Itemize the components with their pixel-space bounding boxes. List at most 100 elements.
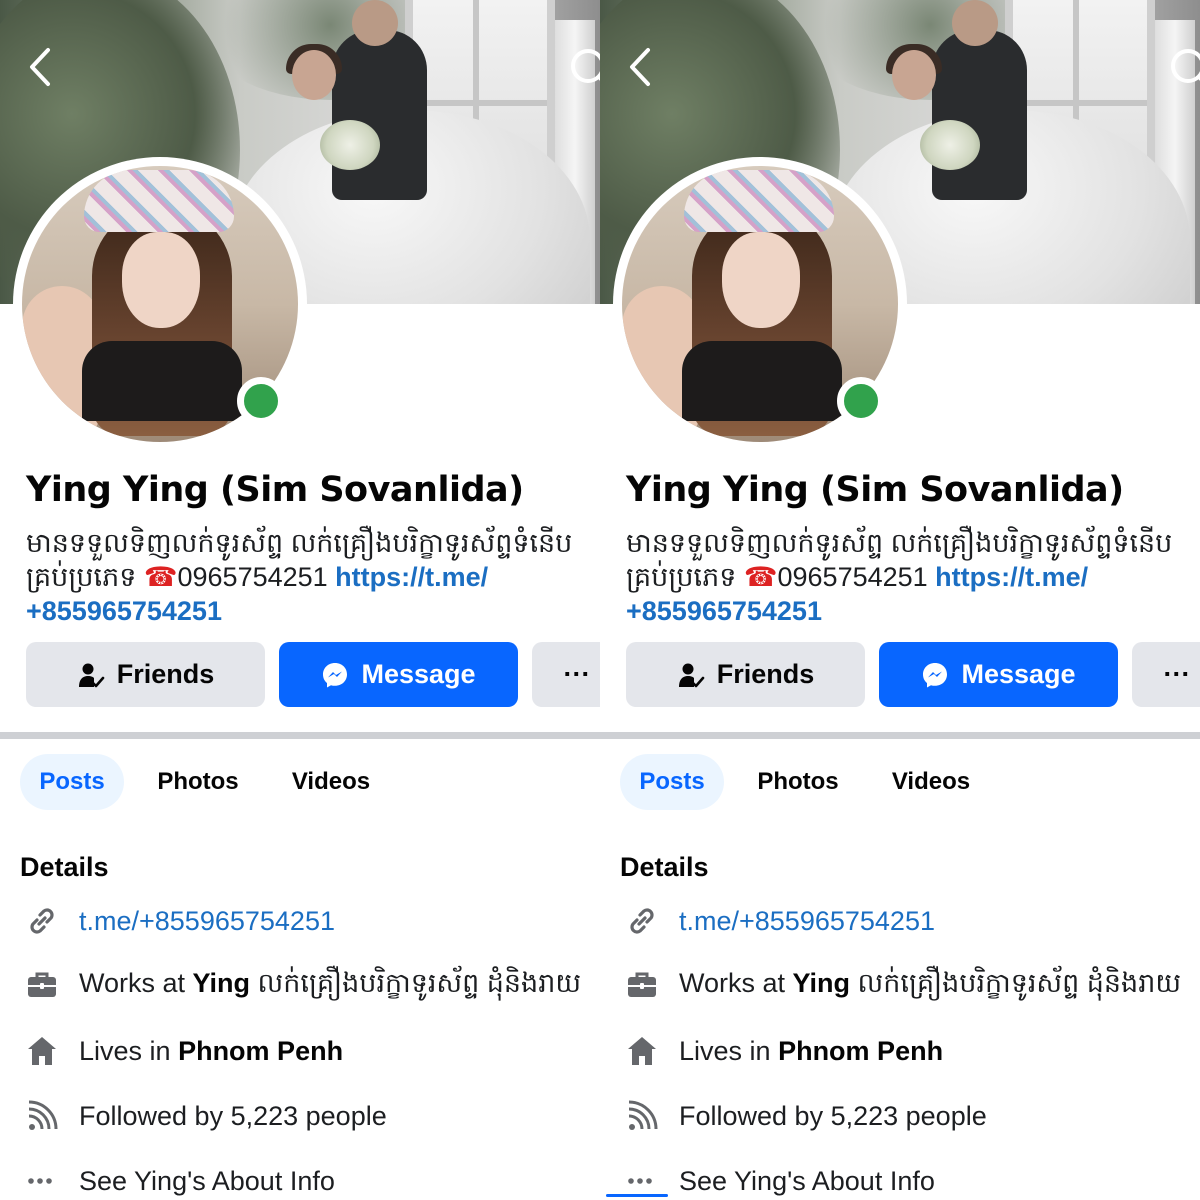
detail-row-lives: Lives in Phnom Penh xyxy=(22,1031,343,1071)
telephone-icon: ☎ xyxy=(143,562,178,592)
screenshot-stage: Ying Ying (Sim Sovanlida) មានទទួលទិញលក់ទ… xyxy=(0,0,1200,1200)
tab-photos[interactable]: Photos xyxy=(745,754,851,810)
online-status-dot xyxy=(837,377,885,425)
message-button-label: Message xyxy=(361,659,476,689)
avatar-frame[interactable] xyxy=(13,157,307,451)
lives-place[interactable]: Phnom Penh xyxy=(778,1036,943,1066)
bio-phone: 0965754251 xyxy=(777,562,936,592)
search-icon xyxy=(571,49,600,83)
see-about-info-link[interactable]: See Ying's About Info xyxy=(679,1166,935,1197)
link-icon xyxy=(22,901,62,941)
more-dots-icon: ··· xyxy=(563,659,591,689)
tab-posts[interactable]: Posts xyxy=(620,754,724,810)
work-prefix: Works at xyxy=(79,967,193,998)
detail-followers: Followed by 5,223 people xyxy=(679,1100,987,1131)
home-icon xyxy=(622,1031,662,1071)
bio-line-2: គ្រប់ប្រភេទ ☎0965754251 https://t.me/ xyxy=(26,560,596,594)
chevron-left-icon xyxy=(630,48,650,86)
detail-lives-text: Lives in Phnom Penh xyxy=(679,1036,943,1067)
message-button[interactable]: Message xyxy=(279,642,518,707)
work-name[interactable]: Ying xyxy=(193,968,251,998)
details-heading: Details xyxy=(20,852,109,882)
link-icon xyxy=(622,901,662,941)
bio-line-1: មានទទួលទិញលក់ទូរស័ព្ទ លក់គ្រឿងបរិក្ខាទូរ… xyxy=(626,528,1173,558)
detail-row-lives: Lives in Phnom Penh xyxy=(622,1031,943,1071)
work-prefix: Works at xyxy=(679,967,793,998)
work-suffix: លក់គ្រឿងបរិក្ខាទូរស័ព្ទ ដុំនិងរាយ xyxy=(850,967,1182,998)
scroll-indicator xyxy=(606,1194,668,1197)
profile-name: Ying Ying (Sim Sovanlida) xyxy=(626,470,1124,510)
bio-link[interactable]: https://t.me/ xyxy=(935,562,1088,592)
home-icon xyxy=(22,1031,62,1071)
friends-button-label: Friends xyxy=(116,659,215,689)
search-button[interactable] xyxy=(1166,44,1200,90)
detail-link[interactable]: t.me/+855965754251 xyxy=(679,906,935,937)
message-button-label: Message xyxy=(961,659,1076,689)
detail-work-text: Works at Ying លក់គ្រឿងបរិក្ខាទូរស័ព្ទ ដុ… xyxy=(679,967,1181,1006)
detail-followers: Followed by 5,223 people xyxy=(79,1100,387,1131)
work-name[interactable]: Ying xyxy=(793,968,851,998)
more-dots-icon xyxy=(22,1161,62,1200)
details-heading: Details xyxy=(620,852,709,882)
telephone-icon: ☎ xyxy=(743,562,778,592)
search-icon xyxy=(1171,49,1200,83)
section-divider xyxy=(0,732,600,739)
friends-check-icon xyxy=(78,663,105,687)
bio-link-continued[interactable]: +855965754251 xyxy=(626,596,822,626)
bio-phone: 0965754251 xyxy=(177,562,336,592)
tab-videos[interactable]: Videos xyxy=(876,754,986,810)
detail-row-about[interactable]: See Ying's About Info xyxy=(22,1161,335,1200)
detail-row-work: Works at Ying លក់គ្រឿងបរិក្ខាទូរស័ព្ទ ដុ… xyxy=(22,966,581,1006)
detail-row-work: Works at Ying លក់គ្រឿងបរិក្ខាទូរស័ព្ទ ដុ… xyxy=(622,966,1181,1006)
detail-row-link[interactable]: t.me/+855965754251 xyxy=(622,901,935,941)
bio-text: គ្រប់ប្រភេទ xyxy=(626,562,744,592)
detail-row-followers: Followed by 5,223 people xyxy=(622,1096,987,1136)
more-dots-icon: ··· xyxy=(1163,659,1191,689)
messenger-icon xyxy=(923,662,948,687)
work-suffix: លក់គ្រឿងបរិក្ខាទូរស័ព្ទ ដុំនិងរាយ xyxy=(250,967,582,998)
tab-videos[interactable]: Videos xyxy=(276,754,386,810)
back-button[interactable] xyxy=(22,44,62,90)
profile-bio: មានទទួលទិញលក់ទូរស័ព្ទ លក់គ្រឿងបរិក្ខាទូរ… xyxy=(626,526,1196,628)
lives-place[interactable]: Phnom Penh xyxy=(178,1036,343,1066)
friends-button[interactable]: Friends xyxy=(26,642,265,707)
briefcase-icon xyxy=(22,966,62,1006)
friends-button[interactable]: Friends xyxy=(626,642,865,707)
friends-button-label: Friends xyxy=(716,659,815,689)
bio-line-2: គ្រប់ប្រភេទ ☎0965754251 https://t.me/ xyxy=(626,560,1196,594)
lives-prefix: Lives in xyxy=(79,1035,179,1066)
rss-followers-icon xyxy=(622,1096,662,1136)
more-options-button[interactable]: ··· xyxy=(1132,642,1200,707)
detail-lives-text: Lives in Phnom Penh xyxy=(79,1036,343,1067)
tab-posts[interactable]: Posts xyxy=(20,754,124,810)
online-status-dot xyxy=(237,377,285,425)
rss-followers-icon xyxy=(22,1096,62,1136)
back-button[interactable] xyxy=(622,44,662,90)
profile-panel-right: Ying Ying (Sim Sovanlida) មានទទួលទិញលក់ទ… xyxy=(600,0,1200,1200)
tab-photos[interactable]: Photos xyxy=(145,754,251,810)
search-button[interactable] xyxy=(566,44,600,90)
lives-prefix: Lives in xyxy=(679,1035,779,1066)
bio-text: គ្រប់ប្រភេទ xyxy=(26,562,144,592)
profile-panel-left: Ying Ying (Sim Sovanlida) មានទទួលទិញលក់ទ… xyxy=(0,0,600,1200)
bio-link-continued[interactable]: +855965754251 xyxy=(26,596,222,626)
bio-line-3: +855965754251 xyxy=(626,594,1196,628)
detail-link[interactable]: t.me/+855965754251 xyxy=(79,906,335,937)
detail-work-text: Works at Ying លក់គ្រឿងបរិក្ខាទូរស័ព្ទ ដុ… xyxy=(79,967,581,1006)
profile-bio: មានទទួលទិញលក់ទូរស័ព្ទ លក់គ្រឿងបរិក្ខាទូរ… xyxy=(26,526,596,628)
detail-row-about[interactable]: See Ying's About Info xyxy=(622,1161,935,1200)
profile-name: Ying Ying (Sim Sovanlida) xyxy=(26,470,524,510)
bio-line-1: មានទទួលទិញលក់ទូរស័ព្ទ លក់គ្រឿងបរិក្ខាទូរ… xyxy=(26,528,573,558)
detail-row-followers: Followed by 5,223 people xyxy=(22,1096,387,1136)
message-button[interactable]: Message xyxy=(879,642,1118,707)
bio-link[interactable]: https://t.me/ xyxy=(335,562,488,592)
detail-row-link[interactable]: t.me/+855965754251 xyxy=(22,901,335,941)
section-divider xyxy=(600,732,1200,739)
see-about-info-link[interactable]: See Ying's About Info xyxy=(79,1166,335,1197)
friends-check-icon xyxy=(678,663,705,687)
chevron-left-icon xyxy=(30,48,50,86)
avatar-frame[interactable] xyxy=(613,157,907,451)
messenger-icon xyxy=(323,662,348,687)
more-options-button[interactable]: ··· xyxy=(532,642,600,707)
bio-line-3: +855965754251 xyxy=(26,594,596,628)
